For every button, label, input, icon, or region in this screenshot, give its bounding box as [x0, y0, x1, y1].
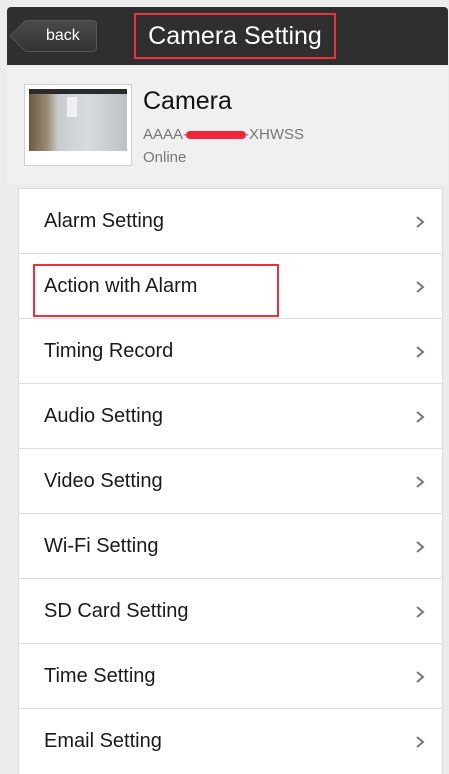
- title-bar: back Camera Setting: [7, 7, 448, 65]
- menu-item-label: Action with Alarm: [44, 275, 198, 297]
- camera-id-prefix: AAAA-: [143, 126, 189, 143]
- camera-preview-image: [29, 89, 127, 151]
- menu-item-label: Alarm Setting: [44, 210, 165, 232]
- camera-name: Camera: [143, 87, 232, 115]
- camera-status: Online: [143, 149, 187, 166]
- menu-item-label: SD Card Setting: [44, 600, 189, 622]
- menu-item-label: Wi-Fi Setting: [44, 535, 159, 557]
- menu-item-label: Audio Setting: [44, 405, 163, 427]
- menu-item-audio-setting[interactable]: Audio Setting: [19, 384, 442, 449]
- camera-thumbnail[interactable]: [24, 84, 132, 166]
- chevron-right-icon: [416, 216, 425, 228]
- chevron-right-icon: [416, 606, 425, 618]
- chevron-right-icon: [416, 346, 425, 358]
- chevron-right-icon: [416, 541, 425, 553]
- redaction-mark: [186, 131, 247, 140]
- chevron-right-icon: [416, 281, 425, 293]
- menu-item-timing-record[interactable]: Timing Record: [19, 319, 442, 384]
- settings-menu: Alarm Setting Action with Alarm Timing R…: [18, 188, 443, 774]
- menu-item-label: Email Setting: [44, 730, 162, 752]
- menu-item-wifi-setting[interactable]: Wi-Fi Setting: [19, 514, 442, 579]
- page-title: Camera Setting: [134, 13, 336, 59]
- menu-item-label: Time Setting: [44, 665, 156, 687]
- camera-id-suffix: -XHWSS: [244, 126, 305, 143]
- menu-item-sd-card-setting[interactable]: SD Card Setting: [19, 579, 442, 644]
- menu-item-time-setting[interactable]: Time Setting: [19, 644, 442, 709]
- menu-item-label: Timing Record: [44, 340, 174, 362]
- preview-overlay-bar: [29, 89, 127, 94]
- menu-item-email-setting[interactable]: Email Setting: [19, 709, 442, 774]
- chevron-right-icon: [416, 736, 425, 748]
- menu-item-video-setting[interactable]: Video Setting: [19, 449, 442, 514]
- camera-info: Camera AAAA- -XHWSS Online: [7, 65, 448, 183]
- camera-id: AAAA- -XHWSS: [143, 126, 304, 143]
- menu-item-label: Video Setting: [44, 470, 163, 492]
- chevron-right-icon: [416, 671, 425, 683]
- menu-item-action-with-alarm[interactable]: Action with Alarm: [19, 254, 442, 319]
- back-button[interactable]: back: [23, 20, 97, 52]
- chevron-right-icon: [416, 411, 425, 423]
- chevron-right-icon: [416, 476, 425, 488]
- menu-item-alarm-setting[interactable]: Alarm Setting: [19, 189, 442, 254]
